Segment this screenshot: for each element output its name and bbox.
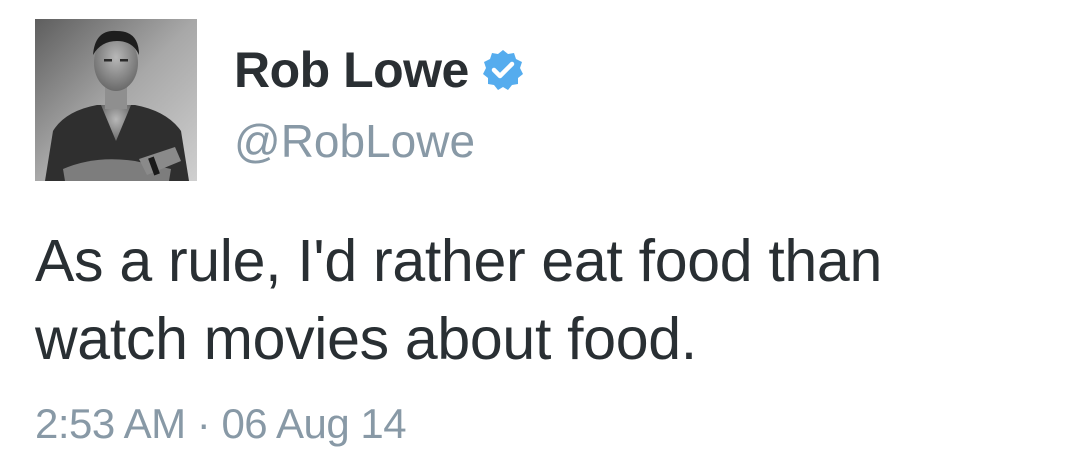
author-handle[interactable]: @RobLowe: [234, 114, 475, 168]
timestamp-separator: ·: [196, 400, 211, 447]
tweet-timestamp[interactable]: 2:53 AM · 06 Aug 14: [35, 400, 407, 448]
verified-badge-icon: [481, 48, 525, 92]
tweet-text: As a rule, I'd rather eat food than watc…: [35, 222, 1035, 378]
tweet-date: 06 Aug 14: [221, 400, 407, 447]
tweet-text-line: As a rule, I'd rather eat food than: [35, 228, 882, 294]
author-name-row: Rob Lowe: [234, 40, 525, 100]
author-display-name[interactable]: Rob Lowe: [234, 41, 469, 99]
tweet-time: 2:53 AM: [35, 400, 186, 447]
avatar-photo: [35, 19, 197, 181]
tweet-card: Rob Lowe @RobLowe As a rule, I'd rather …: [0, 0, 1078, 465]
tweet-text-line: watch movies about food.: [35, 306, 697, 372]
author-avatar[interactable]: [35, 19, 197, 181]
